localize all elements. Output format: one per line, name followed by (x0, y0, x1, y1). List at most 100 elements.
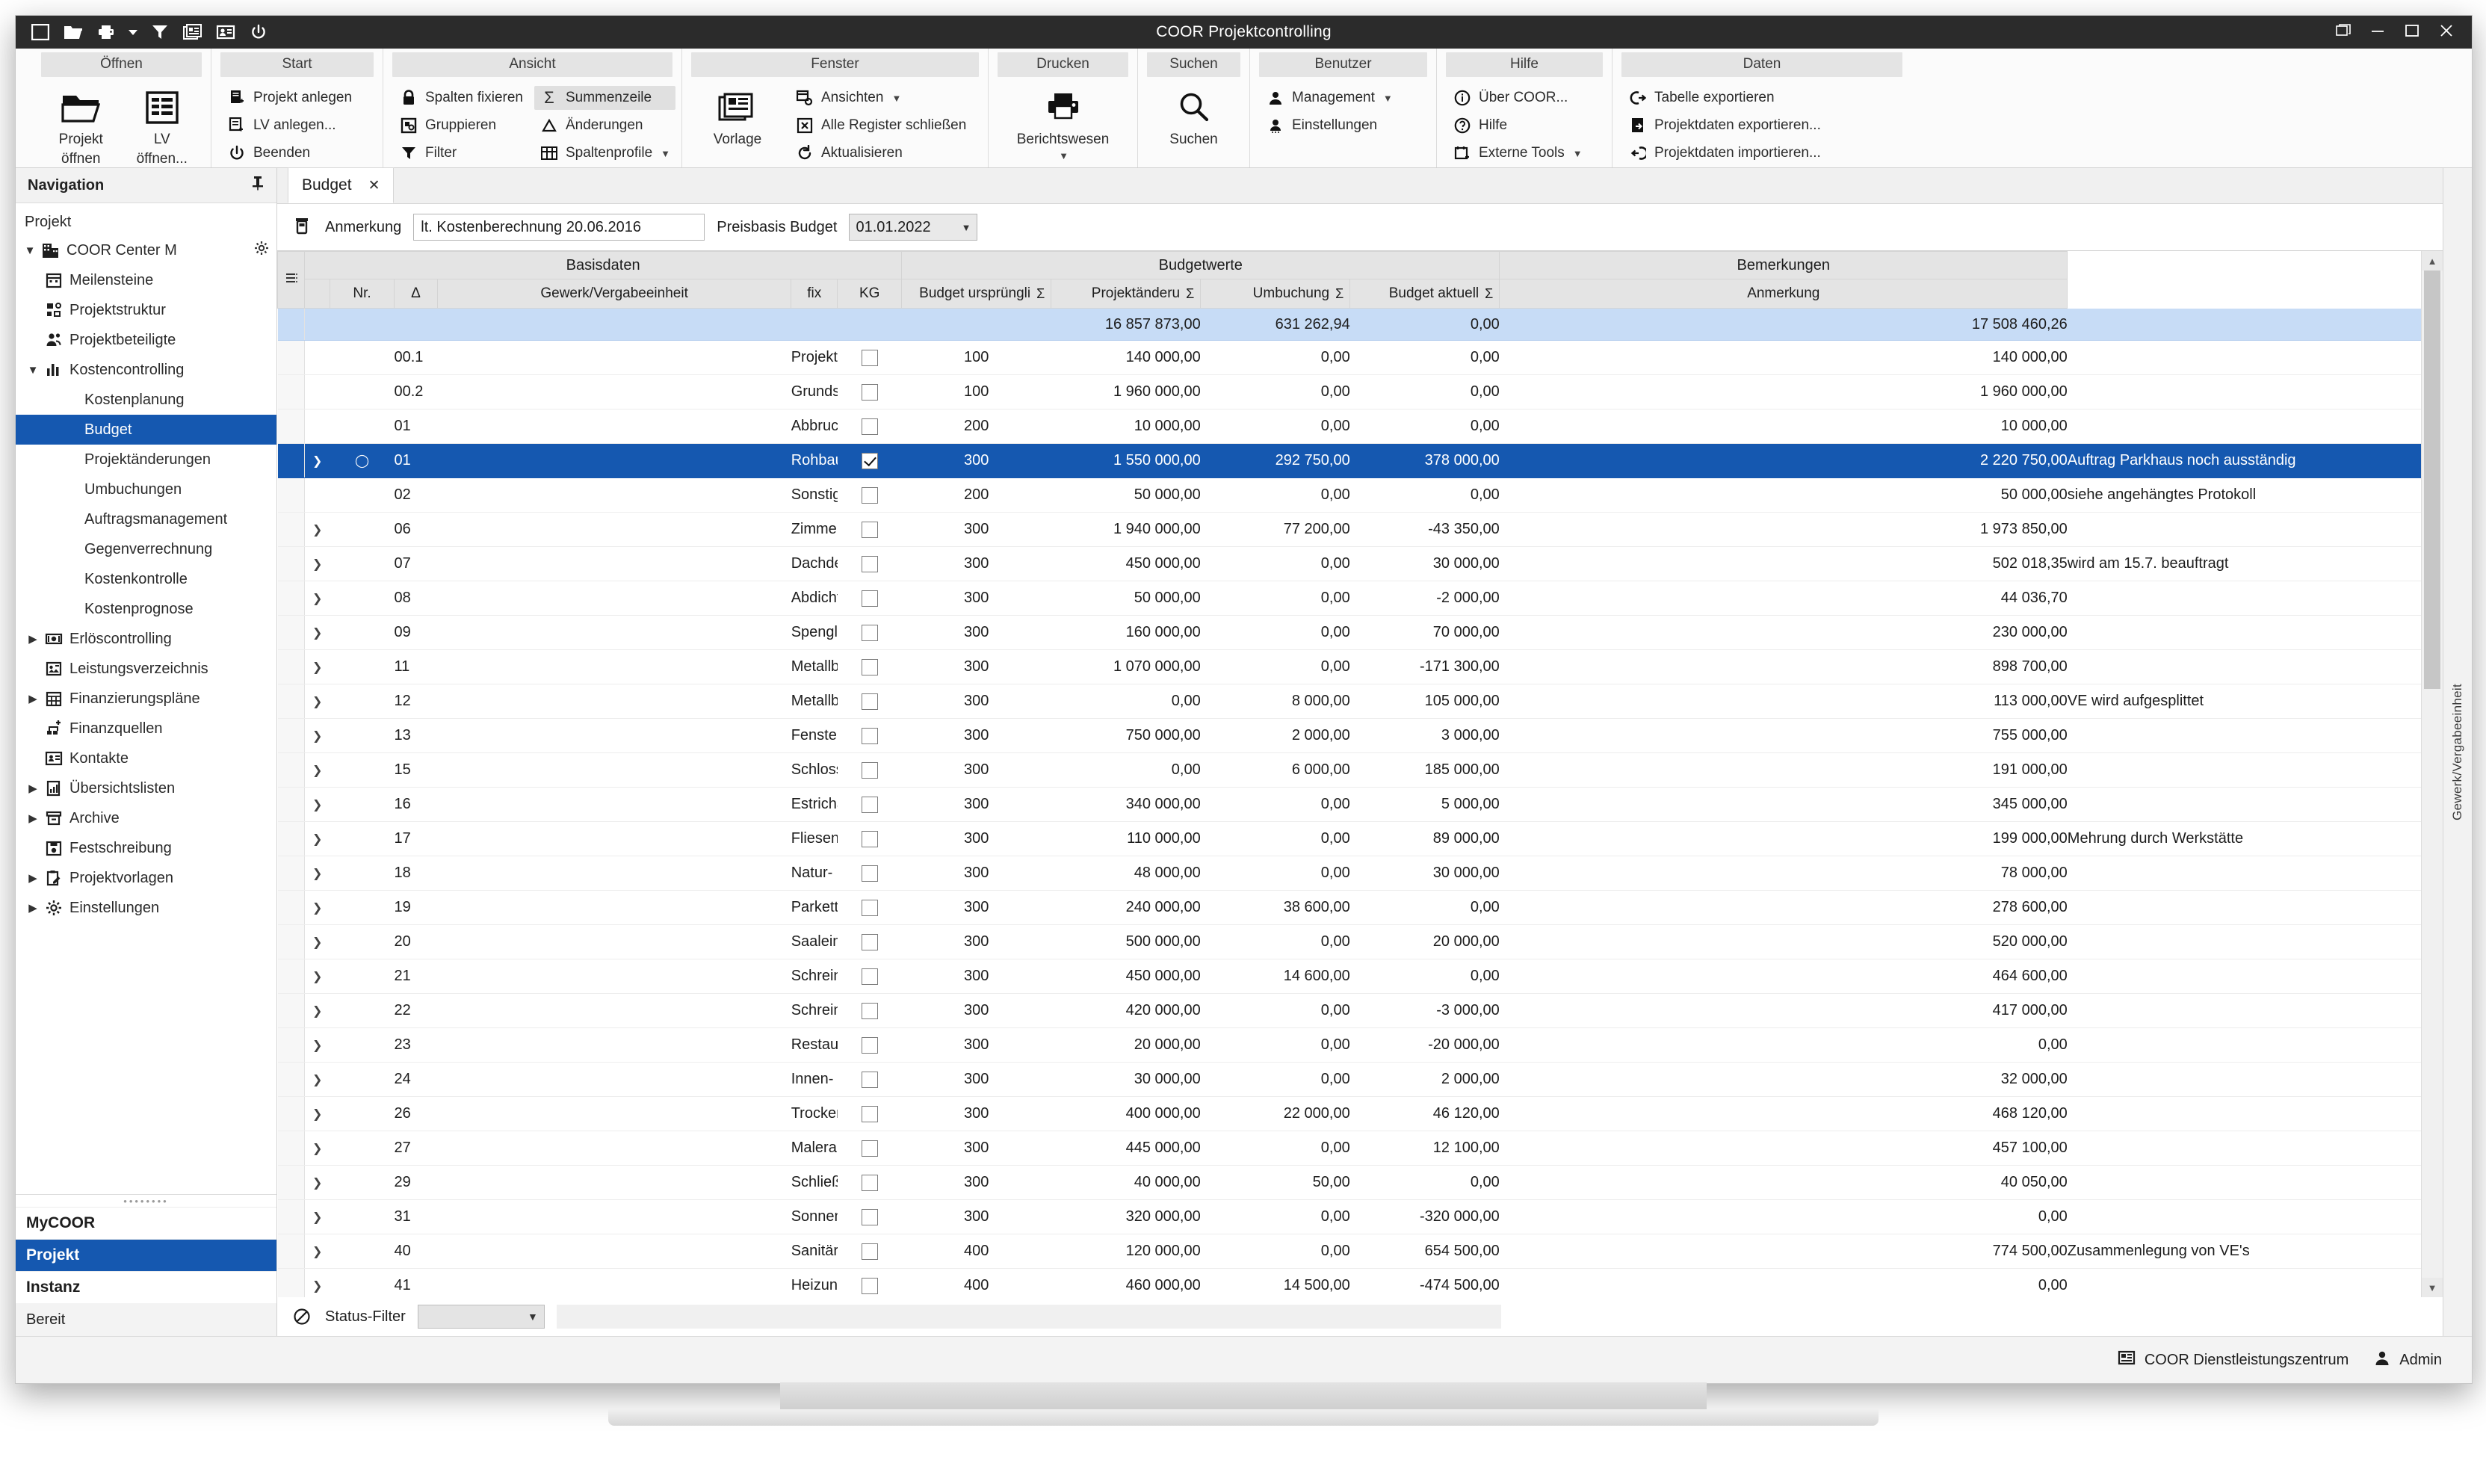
print-icon[interactable] (95, 21, 117, 43)
vorlage-button[interactable]: Vorlage (693, 83, 782, 147)
print-caret-icon[interactable] (128, 21, 138, 43)
minimize-icon[interactable] (2370, 24, 2385, 40)
benutzer-einstellungen-button[interactable]: Einstellungen (1261, 114, 1398, 137)
sidebar-item-archive[interactable]: ▶ Archive (16, 803, 276, 833)
sidebar-item-kostencontrolling[interactable]: ▼ Kostencontrolling (16, 355, 276, 385)
berichtswesen-button[interactable]: Berichtswesen ▼ (999, 83, 1127, 162)
table-row[interactable]: ❯ 22 Schreinerarbeiten Einbauten 300420 000… (277, 993, 2421, 1028)
sidebar-item-budget[interactable]: Budget (16, 415, 276, 445)
fix-checkbox[interactable] (861, 1277, 878, 1294)
power-icon[interactable] (247, 21, 270, 43)
col-budget-urspruenglich[interactable]: Budget ursprüngli Σ (901, 279, 1052, 309)
table-row[interactable]: ❯ 16 Estricharbeiten 300340 000,000,005 000… (277, 787, 2421, 822)
twisty-down-icon[interactable]: ▼ (23, 364, 43, 377)
fix-checkbox[interactable] (861, 1174, 878, 1191)
projekt-anlegen-button[interactable]: Projekt anlegen (222, 86, 357, 110)
table-row[interactable]: 00.2Grundstück1001 960 000,000,000,001 9… (277, 374, 2421, 409)
twisty-right-icon[interactable]: ▶ (23, 692, 43, 705)
table-row[interactable]: ❯ 08 Abdichtungsarbeiten 30050 000,000,00-2… (277, 581, 2421, 616)
scroll-track[interactable] (2422, 270, 2443, 1278)
col-gewerk[interactable]: Gewerk/Vergabeeinheit (436, 279, 792, 309)
table-row[interactable]: ❯◯01 Rohbauarbeiten 3001 550 000,00292 750… (277, 443, 2421, 478)
grid-menu-icon[interactable] (277, 251, 305, 309)
aenderungen-button[interactable]: Änderungen (534, 114, 675, 137)
hilfe-button[interactable]: Hilfe (1447, 114, 1588, 137)
sidebar-item-festschreibung[interactable]: Festschreibung (16, 833, 276, 863)
table-row[interactable]: ❯ 09 Spengler/Klempner 300160 000,000,0070 … (277, 615, 2421, 650)
fix-checkbox[interactable] (861, 418, 878, 435)
sidebar-item-leistungsverzeichnis[interactable]: Leistungsverzeichnis (16, 654, 276, 684)
filter-button[interactable]: Filter (394, 141, 528, 165)
table-row[interactable]: ❯ 18 Natur- und Betonwerksteine 30048 000,0… (277, 856, 2421, 891)
sidebar-resize-grip[interactable]: •••••••• (16, 1195, 276, 1207)
twisty-right-icon[interactable]: ▶ (23, 871, 43, 885)
sidebar-item-projektvorlagen[interactable]: ▶ Projektvorlagen (16, 863, 276, 893)
fix-checkbox[interactable] (861, 761, 878, 779)
sidebar-item-gegenverrechnung[interactable]: Gegenverrechnung (16, 534, 276, 564)
fix-checkbox[interactable] (861, 1208, 878, 1225)
table-row[interactable]: ❯ 12 Metallbau (Türe und Tore) 3000,008 000… (277, 684, 2421, 719)
sidebar-item-coor-center-m[interactable]: ▼ COOR Center M (16, 235, 276, 265)
close-icon[interactable]: ✕ (368, 177, 380, 194)
fix-checkbox[interactable] (861, 1105, 878, 1122)
contact-card-icon[interactable] (214, 21, 237, 43)
lv-anlegen-button[interactable]: LV anlegen... (222, 114, 357, 137)
table-row[interactable]: ❯ 27 Malerarbeiten 300445 000,000,0012 100,… (277, 1131, 2421, 1166)
filter-icon[interactable] (149, 21, 171, 43)
table-row[interactable]: ❯ 13 Fenster- und Festverglasungen 300750 0… (277, 718, 2421, 753)
table-row[interactable]: ❯ 24 Innen- und Außenputzarbeiten 30030 000… (277, 1062, 2421, 1097)
table-row[interactable]: ❯ 19 Parkettboden 300240 000,0038 600,000,0… (277, 890, 2421, 925)
fix-checkbox[interactable] (861, 624, 878, 641)
table-row[interactable]: ❯ 21 Schreinerarbeiten Türen 300450 000,001… (277, 959, 2421, 994)
management-button[interactable]: Management ▼ (1261, 86, 1398, 110)
ansichten-button[interactable]: Ansichten ▼ (790, 86, 971, 110)
fix-checkbox[interactable] (861, 968, 878, 985)
chevron-down-icon[interactable]: ▼ (528, 1311, 538, 1323)
right-rail[interactable]: Gewerk/Vergabeeinheit (2443, 168, 2472, 1336)
chevron-down-icon[interactable]: ▼ (962, 222, 971, 233)
twisty-right-icon[interactable]: ▶ (23, 782, 43, 795)
fix-checkbox[interactable] (861, 865, 878, 882)
col-kg[interactable]: KG (837, 279, 903, 309)
lv-oeffnen-button[interactable]: LV öffnen... (124, 83, 201, 167)
col-umbuchung[interactable]: Umbuchung Σ (1200, 279, 1351, 309)
gruppieren-button[interactable]: Gruppieren (394, 114, 528, 137)
sidebar-item-auftragsmanagement[interactable]: Auftragsmanagement (16, 504, 276, 534)
sidebar-item-projektstruktur[interactable]: Projektstruktur (16, 295, 276, 325)
table-row[interactable]: ❯ 20 Saaleinbauten 300500 000,000,0020 000,… (277, 924, 2421, 959)
restore-icon[interactable] (2336, 24, 2351, 40)
col-fix[interactable]: fix (791, 279, 838, 309)
col-budget-aktuell[interactable]: Budget aktuell Σ (1349, 279, 1500, 309)
table-row[interactable]: ❯ 26 Trockenbauarbeiten 300400 000,0022 000… (277, 1096, 2421, 1131)
chevron-down-icon[interactable]: ▼ (661, 148, 670, 159)
fix-checkbox[interactable] (861, 899, 878, 916)
fix-checkbox[interactable] (861, 693, 878, 710)
fix-checkbox[interactable] (861, 349, 878, 366)
col-projektaenderung[interactable]: Projektänderu Σ (1051, 279, 1202, 309)
table-row[interactable]: 00.1 Projektentwicklung - Vorbereitende M… (277, 340, 2421, 375)
chevron-down-icon[interactable]: ▼ (1573, 148, 1583, 159)
beenden-button[interactable]: Beenden (222, 141, 357, 165)
chevron-down-icon[interactable]: ▼ (1383, 93, 1393, 104)
table-row[interactable]: ❯ 41 Heizungsinstallation 400460 000,0014 5… (277, 1268, 2421, 1297)
pin-icon[interactable] (251, 176, 265, 195)
sidebar-item-umbuchungen[interactable]: Umbuchungen (16, 474, 276, 504)
sidebar-item-einstellungen[interactable]: ▶ Einstellungen (16, 893, 276, 923)
twisty-right-icon[interactable]: ▶ (23, 901, 43, 915)
fix-checkbox[interactable] (861, 555, 878, 572)
reports-icon[interactable] (182, 21, 204, 43)
scroll-down-icon[interactable]: ▼ (2422, 1278, 2443, 1297)
chevron-down-icon[interactable]: ▼ (1059, 151, 1069, 162)
sidebar-item-finanzquellen[interactable]: Finanzquellen (16, 714, 276, 743)
sidebar-footer-item-mycoor[interactable]: MyCOOR (16, 1207, 276, 1239)
preisbasis-select[interactable]: 01.01.2022 ▼ (849, 214, 978, 241)
fix-checkbox[interactable] (861, 1002, 878, 1019)
fix-checkbox[interactable] (861, 452, 878, 469)
fix-checkbox[interactable] (861, 796, 878, 813)
gear-icon[interactable] (254, 241, 269, 260)
fix-checkbox[interactable] (861, 521, 878, 538)
scroll-up-icon[interactable]: ▲ (2422, 251, 2443, 270)
table-row[interactable]: ❯ 40 Sanitärinstallation 400120 000,000,006… (277, 1234, 2421, 1269)
sidebar-item-finanzierungsplaene[interactable]: ▶ Finanzierungspläne (16, 684, 276, 714)
sidebar-item-kostenplanung[interactable]: Kostenplanung (16, 385, 276, 415)
